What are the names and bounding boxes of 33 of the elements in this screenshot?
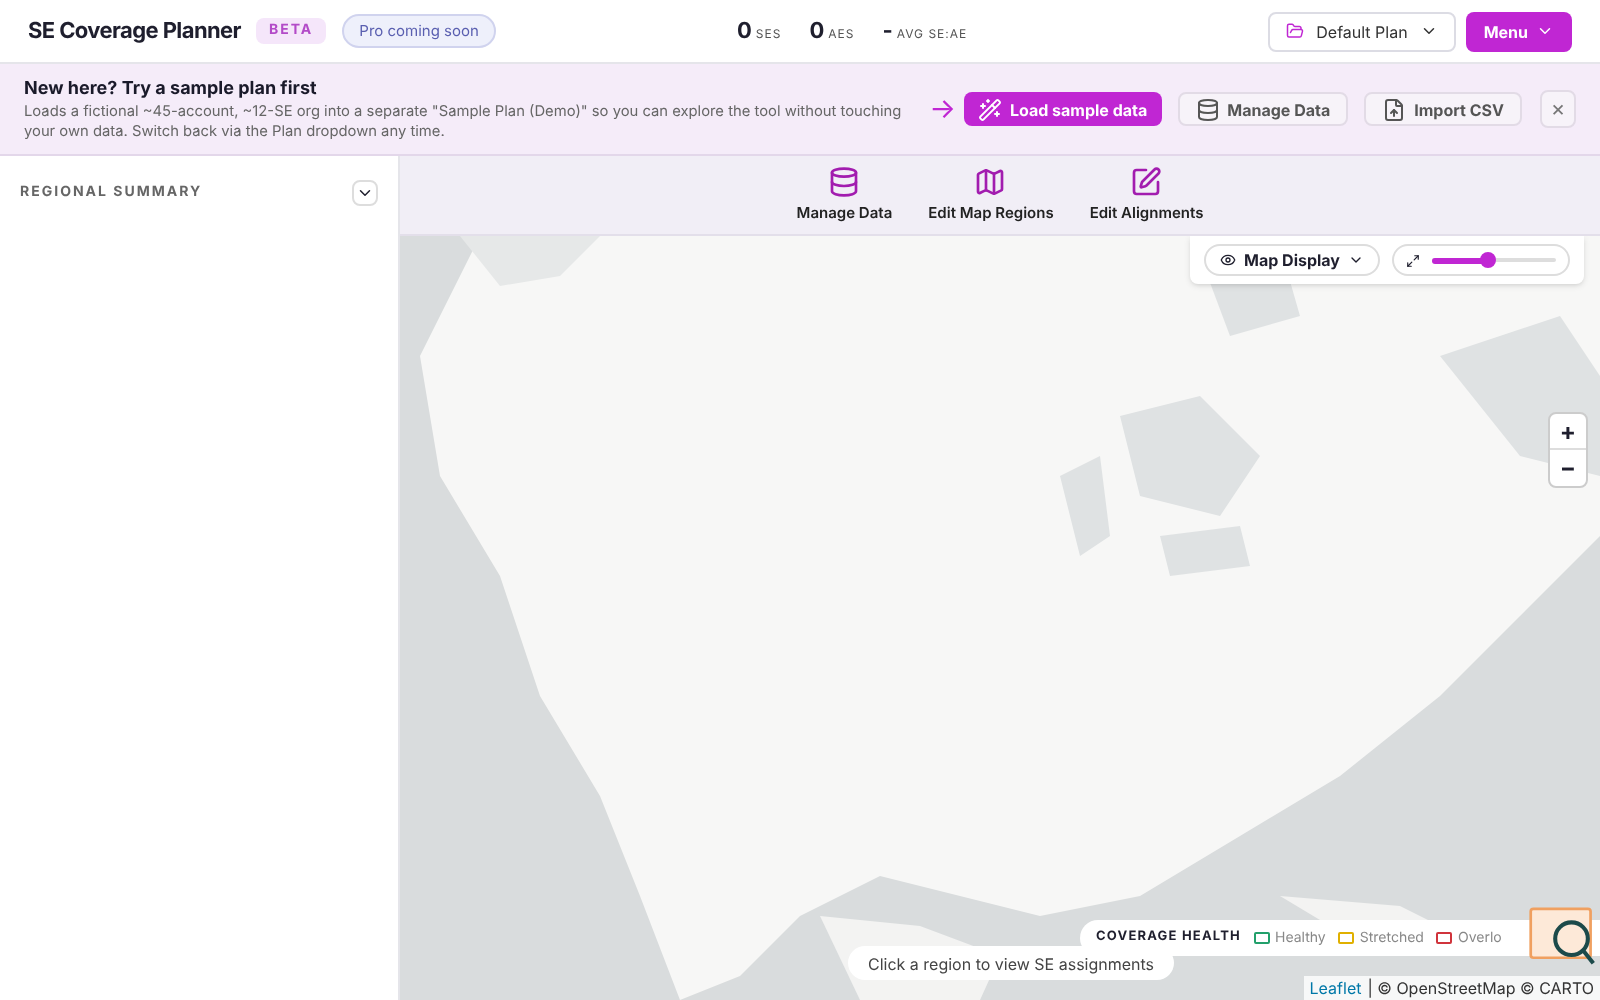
database-icon: [828, 165, 861, 198]
chevron-icon: [1536, 22, 1554, 40]
zoom-slider[interactable]: [1432, 252, 1556, 268]
banner-button[interactable]: Import CSV: [1364, 92, 1522, 126]
collapse-button[interactable]: [352, 180, 378, 206]
folder-icon: [1286, 22, 1305, 40]
edit-icon: [1130, 165, 1163, 198]
banner-button[interactable]: Manage Data: [1177, 92, 1349, 126]
arrow-glyph: →: [929, 95, 956, 123]
chevron-icon: [1419, 22, 1438, 40]
stat-value: 0: [736, 14, 752, 48]
leaflet-link[interactable]: Leaflet: [1309, 976, 1362, 1000]
attribution-text: | © OpenStreetMap © CARTO: [1367, 976, 1594, 1000]
file-icon: [1382, 97, 1407, 121]
chevron-icon: [1348, 252, 1364, 268]
app-title: SE Coverage Planner: [28, 14, 241, 48]
chevron-icon: [356, 184, 374, 202]
plan-dropdown[interactable]: Default Plan: [1268, 11, 1456, 51]
hint-pill: Click a region to view SE assignments: [848, 946, 1175, 980]
map-display-button[interactable]: Map Display: [1204, 244, 1380, 276]
load-sample-button[interactable]: Load sample data: [963, 92, 1162, 126]
zoom-in-button[interactable]: +: [1550, 414, 1586, 450]
menu-button[interactable]: Menu: [1465, 11, 1572, 51]
close-button[interactable]: ×: [1539, 90, 1576, 128]
stat-value: 0: [809, 14, 825, 48]
expand-icon: [1406, 253, 1420, 267]
stat-value: -: [882, 14, 893, 48]
eye-icon: [1220, 252, 1236, 268]
zoom-out-button[interactable]: −: [1550, 450, 1586, 486]
banner-title: New here? Try a sample plan first: [24, 75, 319, 103]
wand-icon: [977, 97, 1002, 121]
database-icon: [1195, 97, 1220, 121]
map-icon: [974, 165, 1007, 198]
